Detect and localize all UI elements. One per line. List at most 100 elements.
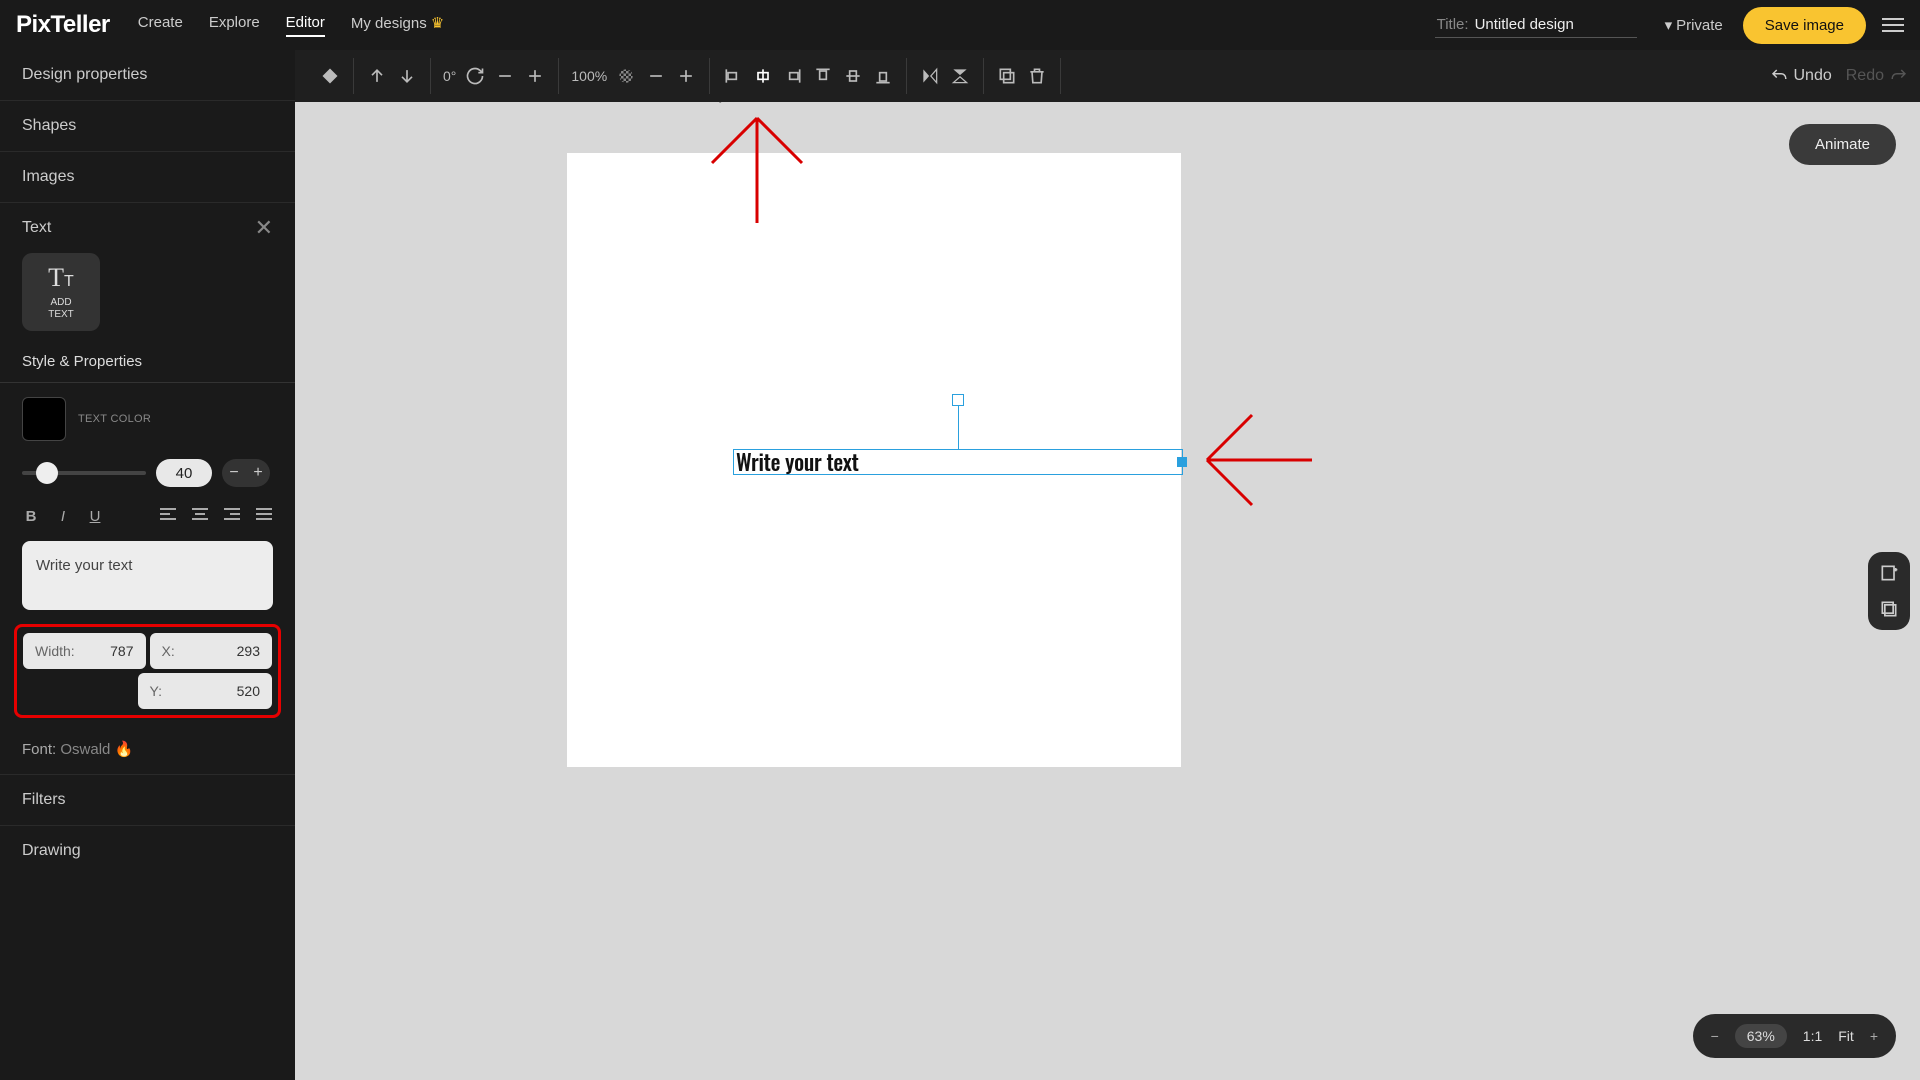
rotation-handle[interactable] [952,394,964,406]
align-right-icon[interactable] [782,65,804,87]
zoom-percent[interactable]: 63% [1735,1024,1787,1048]
text-element-content[interactable]: Write your text [734,450,1182,474]
nav-explore[interactable]: Explore [209,14,260,37]
redo-button: Redo [1846,67,1908,85]
x-field[interactable]: X: 293 [150,633,273,669]
zoom-ratio[interactable]: 1:1 [1803,1028,1822,1044]
align-center-h-icon[interactable] [752,65,774,87]
y-field[interactable]: Y: 520 [138,673,273,709]
width-label: Width: [35,643,75,659]
text-tool-icon: TT [48,263,74,293]
add-text-button[interactable]: TT ADD TEXT [22,253,100,331]
nav-create[interactable]: Create [138,14,183,37]
save-button[interactable]: Save image [1743,7,1866,44]
rotate-icon[interactable] [464,65,486,87]
font-label: Font: [22,741,56,758]
zoom-control: − 63% 1:1 Fit + [1693,1014,1896,1058]
font-size-value[interactable]: 40 [156,459,212,487]
zoom-out[interactable]: − [1711,1028,1719,1044]
underline-button[interactable]: U [86,508,104,525]
close-icon[interactable]: ✕ [255,217,273,239]
width-value: 787 [110,643,133,659]
font-size-slider[interactable] [22,471,146,475]
design-title[interactable]: Title: Untitled design [1435,12,1637,38]
hamburger-icon[interactable] [1882,18,1904,32]
side-design-properties[interactable]: Design properties [0,50,295,101]
duplicate-page-icon[interactable] [1874,596,1904,622]
bring-forward-icon[interactable] [366,65,388,87]
opacity-value: 100% [571,68,607,84]
add-text-label: ADD TEXT [48,297,74,321]
title-value: Untitled design [1475,16,1635,33]
zoom-fit[interactable]: Fit [1838,1028,1854,1044]
side-drawing[interactable]: Drawing [0,826,295,876]
logo[interactable]: PixTeller [16,11,110,39]
animate-button[interactable]: Animate [1789,124,1896,165]
side-text-header: Text ✕ [0,203,295,249]
add-page-icon[interactable] [1874,560,1904,586]
text-align-center-icon[interactable] [191,507,209,525]
align-center-v-icon[interactable] [842,65,864,87]
title-label: Title: [1437,16,1469,33]
design-page[interactable]: Write your text [567,153,1181,767]
align-left-icon[interactable] [722,65,744,87]
rotate-plus[interactable] [524,65,546,87]
side-images[interactable]: Images [0,152,295,203]
flip-horizontal-icon[interactable] [919,65,941,87]
delete-icon[interactable] [1026,65,1048,87]
shape-fill-icon[interactable] [319,65,341,87]
align-bottom-icon[interactable] [872,65,894,87]
text-align-justify-icon[interactable] [255,507,273,525]
nav-editor[interactable]: Editor [286,14,325,37]
redo-label: Redo [1846,67,1884,85]
text-color-label: TEXT COLOR [78,413,151,425]
canvas-side-actions [1868,552,1910,630]
duplicate-icon[interactable] [996,65,1018,87]
side-text-label[interactable]: Text [22,219,51,237]
slider-thumb[interactable] [36,462,58,484]
font-name: Oswald [60,741,110,758]
undo-button[interactable]: Undo [1770,67,1832,85]
resize-handle-right[interactable] [1177,457,1187,467]
italic-button[interactable]: I [54,508,72,525]
undo-label: Undo [1794,67,1832,85]
opacity-plus[interactable] [675,65,697,87]
side-filters[interactable]: Filters [0,775,295,826]
selected-text-element[interactable]: Write your text [733,449,1183,475]
topnav: PixTeller Create Explore Editor My desig… [0,0,1920,50]
send-backward-icon[interactable] [396,65,418,87]
text-content-input[interactable]: Write your text [22,541,273,610]
flip-vertical-icon[interactable] [949,65,971,87]
rotation-line [958,406,959,450]
style-properties-title: Style & Properties [0,331,295,383]
crown-icon: ♛ [431,15,444,32]
caret-down-icon: ▾ [1665,16,1673,34]
font-size-minus[interactable]: − [222,459,246,487]
text-align-left-icon[interactable] [159,507,177,525]
sidebar: Design properties Shapes Images Text ✕ T… [0,50,295,1080]
text-color-swatch[interactable] [22,397,66,441]
privacy-toggle[interactable]: ▾ Private [1665,16,1723,34]
rotate-value: 0° [443,68,456,84]
zoom-in[interactable]: + [1870,1028,1878,1044]
font-row[interactable]: Font: Oswald 🔥 [0,732,295,775]
privacy-label: Private [1676,17,1723,34]
y-value: 520 [237,683,260,699]
fire-icon: 🔥 [115,741,134,758]
bold-button[interactable]: B [22,508,40,525]
canvas-area[interactable]: Write your text Animate − 63% 1:1 Fit + [295,102,1920,1080]
font-size-plus[interactable]: + [246,459,270,487]
opacity-icon[interactable] [615,65,637,87]
text-align-right-icon[interactable] [223,507,241,525]
y-label: Y: [150,683,162,699]
nav-links: Create Explore Editor My designs♛ [138,14,444,37]
nav-mydesigns[interactable]: My designs♛ [351,14,444,37]
align-top-icon[interactable] [812,65,834,87]
side-shapes[interactable]: Shapes [0,101,295,152]
toolbar: 0° 100% Undo Redo [295,50,1920,102]
x-value: 293 [237,643,260,659]
rotate-minus[interactable] [494,65,516,87]
position-highlight: Width: 787 X: 293 Y: 520 [14,624,281,718]
width-field[interactable]: Width: 787 [23,633,146,669]
opacity-minus[interactable] [645,65,667,87]
